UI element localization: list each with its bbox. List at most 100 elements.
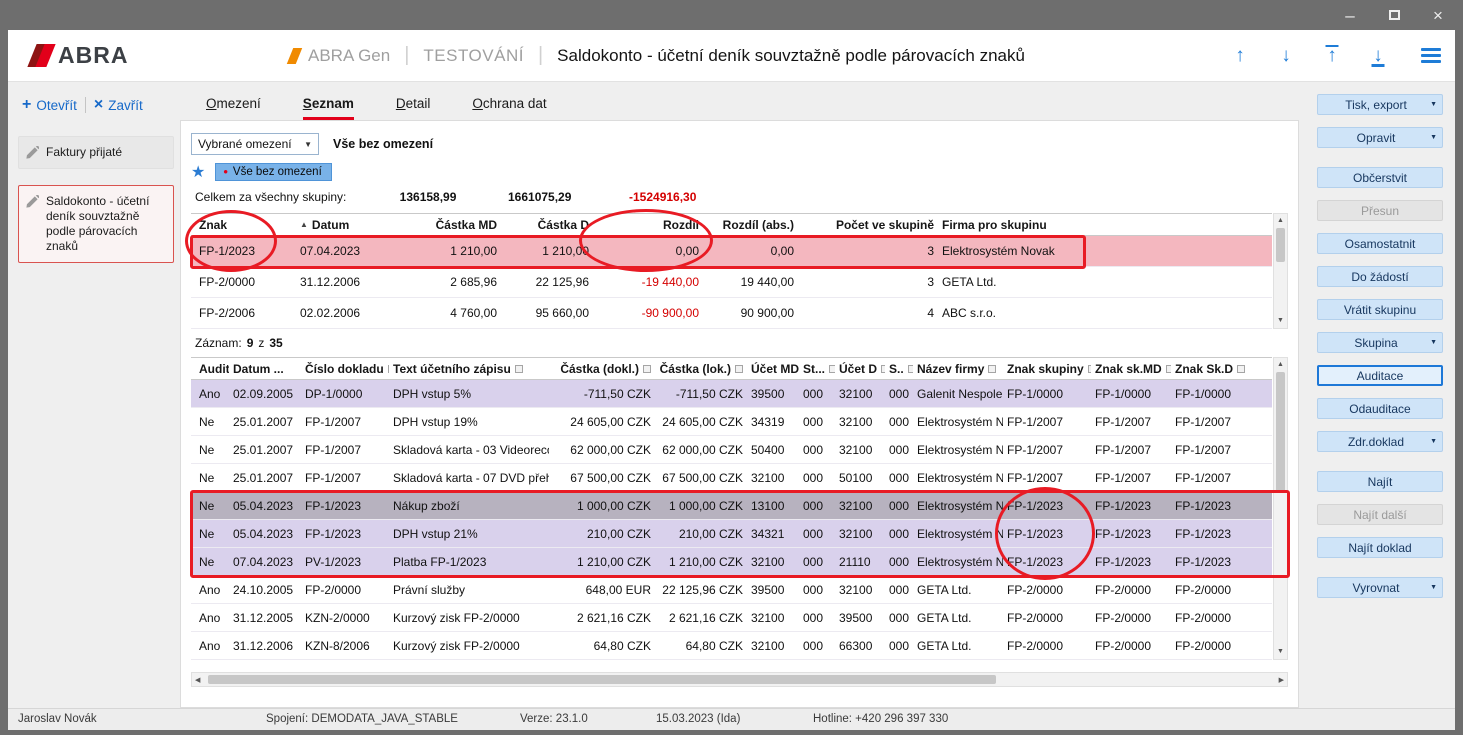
column-filter-box[interactable] xyxy=(988,365,996,373)
maximize-button[interactable] xyxy=(1385,6,1403,24)
sidebar-item-faktury-prijate[interactable]: Faktury přijaté xyxy=(18,136,174,169)
table-row[interactable]: Ano02.09.2005DP-1/0000DPH vstup 5%-711,5… xyxy=(191,380,1272,408)
horizontal-scrollbar[interactable]: ◀ ▶ xyxy=(191,672,1288,687)
scroll-up-icon[interactable]: ▲ xyxy=(1277,215,1284,227)
star-icon[interactable]: ★ xyxy=(191,162,205,182)
tab-ochrana-dat[interactable]: Ochrana dat xyxy=(472,96,546,120)
column-header-castka-lok[interactable]: Částka (lok.) xyxy=(655,362,747,376)
header-nav-icons: ↑ ↓ ↑ ↓ xyxy=(1229,44,1441,68)
table-row[interactable]: Ne07.04.2023PV-1/2023Platba FP-1/20231 2… xyxy=(191,548,1272,576)
scrollbar-thumb[interactable] xyxy=(208,675,996,684)
column-header-castka-md[interactable]: Částka MD xyxy=(391,218,501,232)
cell-castka-md: 1 210,00 xyxy=(391,244,501,258)
table-row[interactable]: Ne25.01.2007FP-1/2007Skladová karta - 03… xyxy=(191,436,1272,464)
column-header-ucet-d[interactable]: Účet D xyxy=(835,362,885,376)
table-row[interactable]: Ano24.10.2005FP-2/0000Právní služby648,0… xyxy=(191,576,1272,604)
table-row[interactable]: Ne05.04.2023FP-1/2023Nákup zboží1 000,00… xyxy=(191,492,1272,520)
column-header-castka-d[interactable]: Částka D xyxy=(501,218,593,232)
sidebar-item-saldokonto-ucetni-denik-souvzt[interactable]: Saldokonto - účetní deník souvztažně pod… xyxy=(18,185,174,263)
table-row[interactable]: FP-2/200602.02.20064 760,0095 660,00-90 … xyxy=(191,298,1272,329)
column-filter-box[interactable] xyxy=(643,365,651,373)
action-button-odauditace[interactable]: Odauditace xyxy=(1317,398,1443,419)
column-header-label: Rozdíl xyxy=(663,218,699,232)
menu-icon[interactable] xyxy=(1421,48,1441,63)
tab-seznam[interactable]: Seznam xyxy=(303,96,354,120)
column-header-znak-skupiny[interactable]: Znak skupiny xyxy=(1003,362,1091,376)
table-row[interactable]: FP-2/000031.12.20062 685,9622 125,96-19 … xyxy=(191,267,1272,298)
table-row[interactable]: Ne05.04.2023FP-1/2023DPH vstup 21%210,00… xyxy=(191,520,1272,548)
column-header-label: St... xyxy=(803,362,825,376)
cell-datum: 05.04.2023 xyxy=(229,527,301,541)
scrollbar-thumb[interactable] xyxy=(1276,228,1285,262)
column-header-ucet-md[interactable]: Účet MD xyxy=(747,362,799,376)
column-header-datum[interactable]: Datum ... xyxy=(229,362,301,376)
close-tab-button[interactable]: × Zavřít xyxy=(94,96,143,114)
nav-first-icon[interactable]: ↑ xyxy=(1321,44,1343,68)
nav-last-icon[interactable]: ↓ xyxy=(1367,44,1389,68)
action-button-do-zadosti[interactable]: Do žádostí xyxy=(1317,266,1443,287)
action-button-najit[interactable]: Najít xyxy=(1317,471,1443,492)
table-row[interactable]: Ano31.12.2006KZN-8/2006Kurzový zisk FP-2… xyxy=(191,632,1272,660)
restriction-chip[interactable]: • Vše bez omezení xyxy=(215,163,331,181)
chevron-down-icon: ▼ xyxy=(304,140,312,149)
column-header-znak[interactable]: Znak xyxy=(191,218,296,232)
column-header-firma-pro-skupinu[interactable]: Firma pro skupinu xyxy=(938,218,1233,232)
scroll-up-icon[interactable]: ▲ xyxy=(1277,359,1284,371)
column-filter-box[interactable] xyxy=(1237,365,1245,373)
column-header-s[interactable]: S.. xyxy=(885,362,913,376)
record-count-total: 35 xyxy=(269,336,282,350)
column-filter-box[interactable] xyxy=(515,365,523,373)
action-button-opravit[interactable]: Opravit▼ xyxy=(1317,127,1443,148)
open-button[interactable]: + Otevřít xyxy=(22,96,77,114)
column-header-datum[interactable]: ▲Datum xyxy=(296,218,391,232)
cell-ucet-md: 34321 xyxy=(747,527,799,541)
column-header-label: Rozdíl (abs.) xyxy=(723,218,794,232)
action-button-tisk-export[interactable]: Tisk, export▼ xyxy=(1317,94,1443,115)
cell-s: 000 xyxy=(885,611,913,625)
restriction-dropdown[interactable]: Vybrané omezení ▼ xyxy=(191,133,319,155)
action-button-najit-dalsi[interactable]: Najít další xyxy=(1317,504,1443,525)
table-row[interactable]: Ne25.01.2007FP-1/2007DPH vstup 19%24 605… xyxy=(191,408,1272,436)
scroll-down-icon[interactable]: ▼ xyxy=(1277,646,1284,658)
scroll-right-icon[interactable]: ▶ xyxy=(1279,676,1284,684)
action-button-obcerstvit[interactable]: Občerstvit xyxy=(1317,167,1443,188)
column-header-audit[interactable]: Audit xyxy=(191,362,229,376)
tab-detail[interactable]: Detail xyxy=(396,96,431,120)
column-header-cislo-dokladu[interactable]: Číslo dokladu xyxy=(301,362,389,376)
pencil-icon xyxy=(25,195,39,209)
action-button-presun[interactable]: Přesun xyxy=(1317,200,1443,221)
cell-castka-lok: 2 621,16 CZK xyxy=(655,611,747,625)
close-button[interactable]: × xyxy=(1429,6,1447,24)
table-row[interactable]: Ano31.12.2005KZN-2/0000Kurzový zisk FP-2… xyxy=(191,604,1272,632)
table-row[interactable]: FP-1/202307.04.20231 210,001 210,000,000… xyxy=(191,236,1272,267)
action-button-auditace[interactable]: Auditace xyxy=(1317,365,1443,386)
column-header-rozdil[interactable]: Rozdíl xyxy=(593,218,703,232)
column-header-znak-sk-md[interactable]: Znak sk.MD xyxy=(1091,362,1171,376)
groups-grid-scrollbar[interactable]: ▲ ▼ xyxy=(1273,213,1288,329)
dropdown-arrow-icon: ▼ xyxy=(1430,101,1437,108)
action-button-najit-doklad[interactable]: Najít doklad xyxy=(1317,537,1443,558)
column-header-nazev-firmy[interactable]: Název firmy xyxy=(913,362,1003,376)
column-filter-box[interactable] xyxy=(735,365,743,373)
column-header-castka-dokl[interactable]: Částka (dokl.) xyxy=(549,362,655,376)
scrollbar-thumb[interactable] xyxy=(1276,372,1285,492)
action-button-vyrovnat[interactable]: Vyrovnat▼ xyxy=(1317,577,1443,598)
action-button-vratit-skupinu[interactable]: Vrátit skupinu xyxy=(1317,299,1443,320)
column-header-text-ucetniho-zapisu[interactable]: Text účetního zápisu xyxy=(389,362,549,376)
column-header-st[interactable]: St... xyxy=(799,362,835,376)
nav-down-icon[interactable]: ↓ xyxy=(1275,44,1297,68)
action-button-osamostatnit[interactable]: Osamostatnit xyxy=(1317,233,1443,254)
scroll-left-icon[interactable]: ◀ xyxy=(195,676,200,684)
cell-text-ucetniho-zapisu: Právní služby xyxy=(389,583,549,597)
scroll-down-icon[interactable]: ▼ xyxy=(1277,315,1284,327)
journal-grid-scrollbar[interactable]: ▲ ▼ xyxy=(1273,357,1288,660)
minimize-button[interactable]: – xyxy=(1341,6,1359,24)
action-button-skupina[interactable]: Skupina▼ xyxy=(1317,332,1443,353)
tab-omezeni[interactable]: Omezení xyxy=(206,96,261,120)
column-header-rozdil-abs[interactable]: Rozdíl (abs.) xyxy=(703,218,798,232)
table-row[interactable]: Ne25.01.2007FP-1/2007Skladová karta - 07… xyxy=(191,464,1272,492)
column-header-znak-sk-d[interactable]: Znak Sk.D xyxy=(1171,362,1245,376)
action-button-zdr-doklad[interactable]: Zdr.doklad▼ xyxy=(1317,431,1443,452)
nav-up-icon[interactable]: ↑ xyxy=(1229,44,1251,68)
column-header-pocet-ve-skupine[interactable]: Počet ve skupině xyxy=(798,218,938,232)
